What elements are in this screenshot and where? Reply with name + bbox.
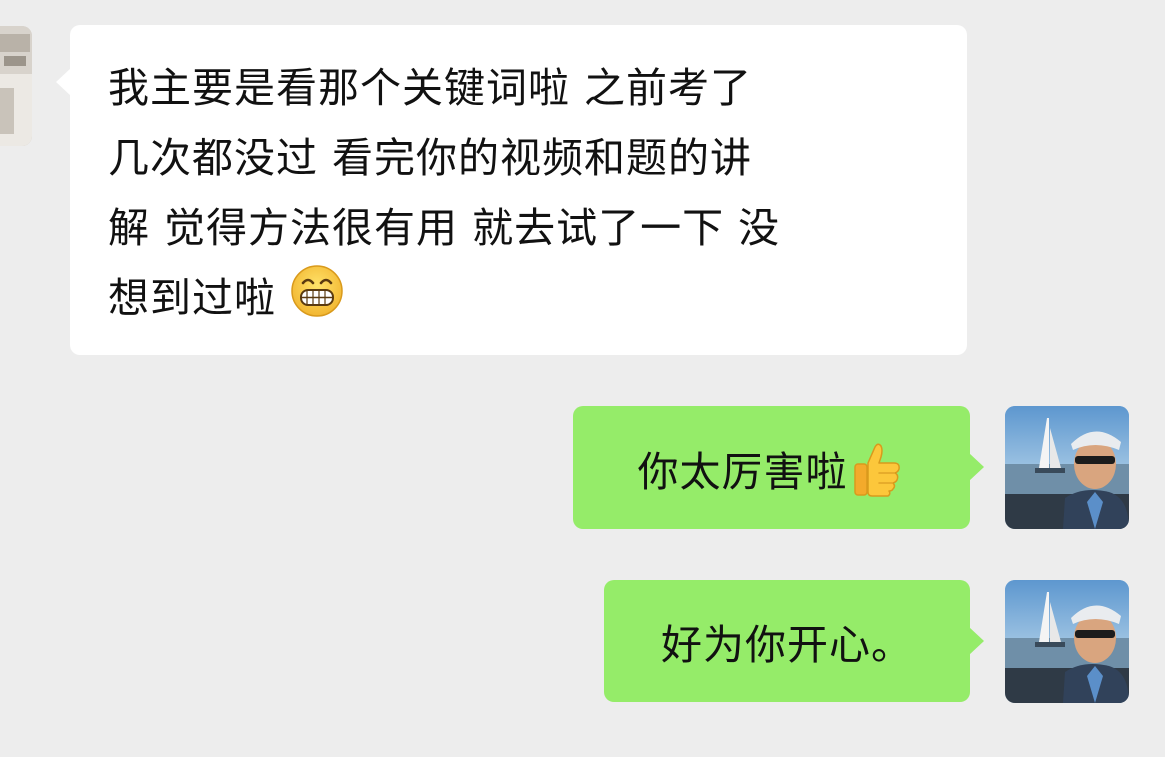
message-line-4-text: 想到过啦	[108, 274, 276, 322]
contact-avatar[interactable]	[0, 26, 32, 146]
outgoing-message-text: 好为你开心。	[661, 621, 913, 669]
grinning-face-icon	[290, 264, 344, 318]
self-avatar[interactable]	[1005, 580, 1129, 703]
message-line-4: 想到过啦	[108, 263, 931, 333]
outgoing-message-bubble[interactable]: 好为你开心。	[604, 580, 970, 702]
outgoing-message-text: 你太厉害啦	[637, 447, 848, 496]
self-avatar[interactable]	[1005, 406, 1129, 529]
incoming-bubble-tail	[56, 68, 71, 96]
outgoing-bubble-tail	[969, 627, 984, 655]
outgoing-bubble-tail	[969, 453, 984, 481]
message-line-1: 我主要是看那个关键词啦 之前考了	[108, 64, 753, 112]
message-line-3: 解 觉得方法很有用 就去试了一下 没	[108, 204, 781, 252]
thumbs-up-icon	[848, 439, 906, 497]
outgoing-message-bubble[interactable]: 你太厉害啦	[573, 406, 970, 529]
incoming-message-bubble[interactable]: 我主要是看那个关键词啦 之前考了 几次都没过 看完你的视频和题的讲 解 觉得方法…	[70, 25, 967, 355]
message-line-2: 几次都没过 看完你的视频和题的讲	[108, 134, 753, 182]
